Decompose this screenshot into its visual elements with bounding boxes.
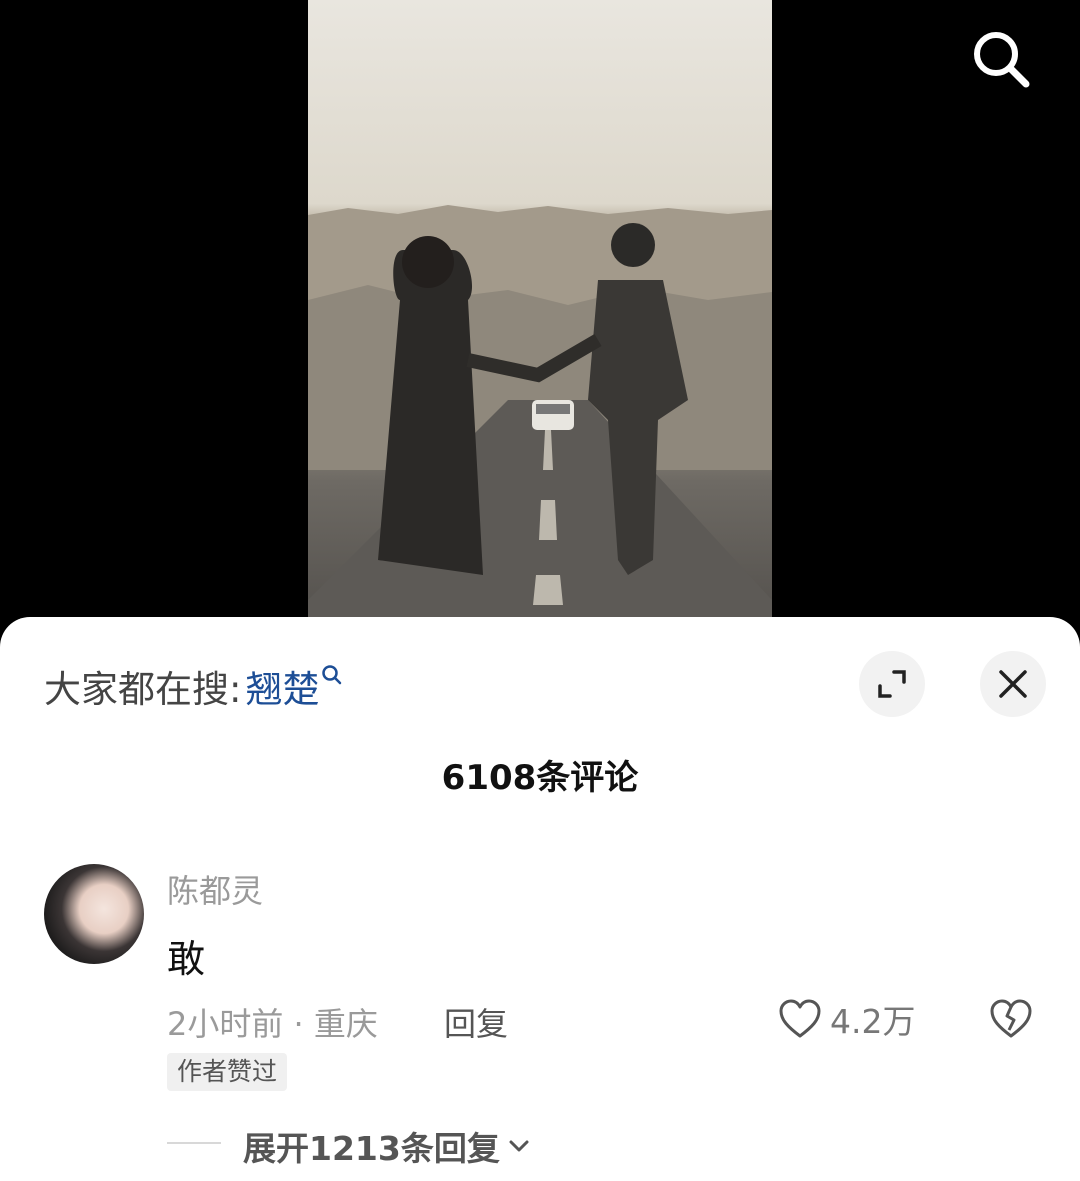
avatar[interactable] bbox=[44, 864, 144, 964]
trending-keyword[interactable]: 翘楚 bbox=[245, 659, 319, 713]
dislike-button[interactable] bbox=[988, 996, 1034, 1042]
video-player[interactable] bbox=[0, 0, 1080, 640]
reply-button[interactable]: 回复 bbox=[444, 999, 508, 1045]
expand-replies-label: 展开1213条回复 bbox=[243, 1129, 500, 1168]
video-frame bbox=[308, 0, 772, 617]
chevron-down-icon bbox=[509, 1140, 529, 1152]
like-button[interactable]: 4.2万 bbox=[778, 996, 915, 1042]
trending-prefix: 大家都在搜: bbox=[44, 668, 242, 711]
heart-icon bbox=[779, 999, 821, 1038]
close-icon bbox=[999, 670, 1027, 698]
search-button[interactable] bbox=[968, 26, 1034, 92]
comment-meta: 2小时前 · 重庆 bbox=[167, 1005, 378, 1043]
desert-road-photo bbox=[308, 205, 772, 617]
broken-heart-icon bbox=[990, 999, 1032, 1038]
expand-button[interactable] bbox=[859, 651, 925, 717]
search-icon bbox=[322, 665, 342, 685]
comment-text: 敢 bbox=[167, 937, 206, 981]
comment-count: 6108条评论 bbox=[441, 758, 639, 798]
divider bbox=[167, 1142, 221, 1144]
like-count: 4.2万 bbox=[830, 1002, 916, 1041]
close-button[interactable] bbox=[980, 651, 1046, 717]
expand-replies-button[interactable]: 展开1213条回复 bbox=[243, 1122, 530, 1170]
comment-username[interactable]: 陈都灵 bbox=[167, 866, 263, 912]
expand-icon bbox=[878, 670, 906, 698]
search-icon bbox=[974, 32, 1030, 88]
trending-search: 大家都在搜: 翘楚 bbox=[44, 660, 343, 712]
author-liked-badge: 作者赞过 bbox=[167, 1053, 288, 1091]
